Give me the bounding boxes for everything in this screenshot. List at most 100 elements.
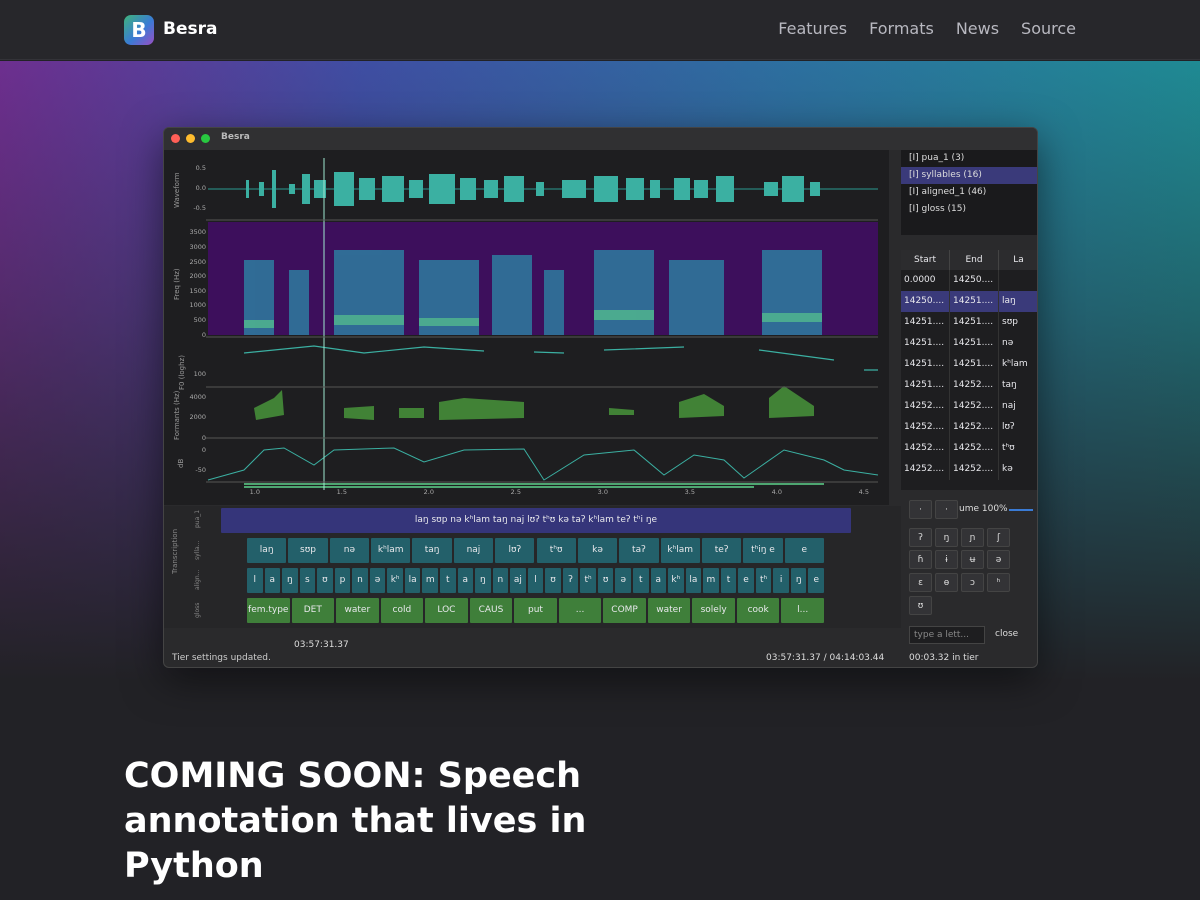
table-row[interactable]: 14252.... 14252.... naj xyxy=(901,396,1037,417)
letter-search-input[interactable]: type a lett... xyxy=(909,626,985,644)
ali-segment[interactable]: e xyxy=(808,568,824,593)
ali-segment[interactable]: i xyxy=(773,568,789,593)
key[interactable]: ɦ xyxy=(909,550,932,569)
brand-name[interactable]: Besra xyxy=(163,19,217,39)
glo-segment[interactable]: LOC xyxy=(425,598,468,623)
pua-segment[interactable]: laŋ sʊp nə kʰlam taŋ naj lʊʔ tʰʊ kə taʔ … xyxy=(221,508,851,533)
ali-segment[interactable]: tʰ xyxy=(755,568,772,593)
key[interactable]: ʰ xyxy=(987,573,1010,592)
ali-segment[interactable]: tʰ xyxy=(580,568,596,593)
ali-segment[interactable]: l xyxy=(247,568,263,593)
key[interactable]: ɨ xyxy=(935,550,958,569)
nav-link-features[interactable]: Features xyxy=(778,19,847,38)
syl-segment[interactable]: tʰiŋ e xyxy=(743,538,783,563)
syl-segment[interactable]: sʊp xyxy=(288,538,328,563)
ali-segment[interactable]: m xyxy=(422,568,438,593)
nav-link-formats[interactable]: Formats xyxy=(869,19,934,38)
ali-segment[interactable]: ʊ xyxy=(545,568,561,593)
glo-segment[interactable]: CAUS xyxy=(469,598,513,623)
nav-link-source[interactable]: Source xyxy=(1021,19,1076,38)
key[interactable]: ŋ xyxy=(935,528,958,547)
syl-segment[interactable]: nə xyxy=(329,538,370,563)
ali-segment[interactable]: ə xyxy=(615,568,631,593)
ali-segment[interactable]: ʊ xyxy=(597,568,614,593)
ali-segment[interactable]: p xyxy=(334,568,351,593)
syl-segment[interactable]: laŋ xyxy=(247,538,287,563)
table-row[interactable]: 14251.... 14252.... taŋ xyxy=(901,375,1037,396)
col-end[interactable]: End xyxy=(950,250,999,270)
volume-slider[interactable] xyxy=(1009,509,1033,511)
key[interactable]: · xyxy=(909,500,932,519)
key[interactable]: ɛ xyxy=(909,573,932,592)
ali-segment[interactable]: a xyxy=(650,568,667,593)
glo-segment[interactable]: ... xyxy=(558,598,602,623)
ali-segment[interactable]: aj xyxy=(510,568,526,593)
ali-segment[interactable]: kʰ xyxy=(668,568,684,593)
ali-segment[interactable]: s xyxy=(299,568,316,593)
key[interactable]: · xyxy=(935,500,958,519)
table-row-selected[interactable]: 14250.... 14251.... laŋ xyxy=(901,291,1037,312)
key[interactable]: ə xyxy=(987,550,1010,569)
table-row[interactable]: 0.0000 14250.... xyxy=(901,270,1037,291)
signal-plots[interactable]: Waveform Freq (Hz) F0 (loghz) Formants (… xyxy=(164,150,889,505)
glo-segment[interactable]: l... xyxy=(781,598,824,623)
glo-segment[interactable]: water xyxy=(647,598,691,623)
glo-segment[interactable]: put xyxy=(514,598,557,623)
ali-segment[interactable]: a xyxy=(264,568,281,593)
key[interactable]: ɵ xyxy=(935,573,958,592)
ali-segment[interactable]: n xyxy=(352,568,368,593)
syl-segment[interactable]: kʰlam xyxy=(660,538,700,563)
ali-segment[interactable]: la xyxy=(685,568,702,593)
ali-segment[interactable]: t xyxy=(720,568,737,593)
col-start[interactable]: Start xyxy=(901,250,950,270)
key[interactable]: ɲ xyxy=(961,528,984,547)
ali-segment[interactable]: a xyxy=(457,568,474,593)
ali-segment[interactable]: ə xyxy=(369,568,386,593)
ali-segment[interactable]: ŋ xyxy=(475,568,491,593)
key[interactable]: ʃ xyxy=(987,528,1010,547)
syl-segment[interactable]: tʰʊ xyxy=(536,538,576,563)
ali-segment[interactable]: t xyxy=(440,568,456,593)
tier-item[interactable]: [I] pua_1 (3) xyxy=(901,150,1037,167)
table-row[interactable]: 14251.... 14251.... kʰlam xyxy=(901,354,1037,375)
table-row[interactable]: 14252.... 14252.... kə xyxy=(901,459,1037,480)
key[interactable]: ʊ xyxy=(909,596,932,615)
ali-segment[interactable]: ʔ xyxy=(562,568,579,593)
ali-segment[interactable]: ŋ xyxy=(282,568,298,593)
table-row[interactable]: 14251.... 14251.... nə xyxy=(901,333,1037,354)
tier-item[interactable]: [I] gloss (15) xyxy=(901,201,1037,218)
ali-segment[interactable]: t xyxy=(633,568,649,593)
glo-segment[interactable]: cook xyxy=(736,598,780,623)
besra-logo-icon[interactable]: B xyxy=(124,15,154,45)
ali-segment[interactable]: la xyxy=(404,568,421,593)
syl-segment[interactable]: teʔ xyxy=(701,538,742,563)
ali-segment[interactable]: n xyxy=(492,568,509,593)
glo-segment[interactable]: fem.type xyxy=(247,598,290,623)
syl-segment[interactable]: taʔ xyxy=(619,538,659,563)
key[interactable]: ɔ xyxy=(961,573,984,592)
syl-segment[interactable]: lʊʔ xyxy=(495,538,535,563)
syl-segment[interactable]: kə xyxy=(577,538,618,563)
close-button[interactable]: close xyxy=(995,629,1018,639)
ali-segment[interactable]: l xyxy=(527,568,544,593)
ali-segment[interactable]: e xyxy=(738,568,754,593)
tier-item[interactable]: [I] aligned_1 (46) xyxy=(901,184,1037,201)
glo-segment[interactable]: water xyxy=(336,598,379,623)
ali-segment[interactable]: ʊ xyxy=(317,568,333,593)
ali-segment[interactable]: m xyxy=(703,568,719,593)
table-row[interactable]: 14251.... 14251.... sʊp xyxy=(901,312,1037,333)
table-row[interactable]: 14252.... 14252.... lʊʔ xyxy=(901,417,1037,438)
glo-segment[interactable]: COMP xyxy=(603,598,646,623)
syl-segment[interactable]: kʰlam xyxy=(371,538,411,563)
nav-link-news[interactable]: News xyxy=(956,19,999,38)
col-label[interactable]: La xyxy=(999,250,1037,270)
key[interactable]: ʔ xyxy=(909,528,932,547)
key[interactable]: ʉ xyxy=(961,550,984,569)
table-row[interactable]: 14252.... 14252.... tʰʊ xyxy=(901,438,1037,459)
glo-segment[interactable]: solely xyxy=(692,598,735,623)
glo-segment[interactable]: DET xyxy=(291,598,335,623)
glo-segment[interactable]: cold xyxy=(380,598,424,623)
syl-segment[interactable]: naj xyxy=(453,538,494,563)
tier-item-selected[interactable]: [I] syllables (16) xyxy=(901,167,1037,184)
syl-segment[interactable]: e xyxy=(784,538,824,563)
